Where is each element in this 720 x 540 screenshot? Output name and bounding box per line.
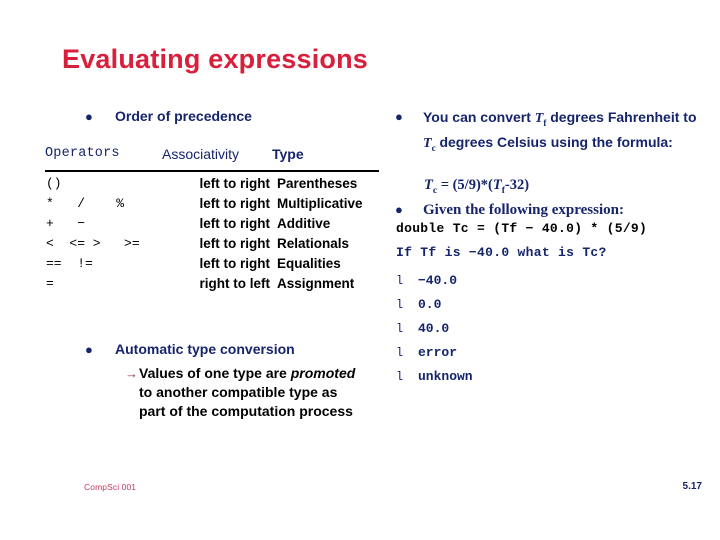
bullet-label-order-of-precedence: Order of precedence bbox=[115, 108, 252, 124]
variable-tf: Tf bbox=[535, 111, 547, 128]
cell-associativity: left to right bbox=[199, 176, 271, 191]
cell-operators: == != bbox=[46, 256, 93, 271]
column-header-type: Type bbox=[272, 146, 304, 162]
answer-label: unknown bbox=[418, 369, 473, 384]
cell-associativity: right to left bbox=[199, 276, 271, 291]
bar-bullet-icon: l bbox=[396, 346, 404, 360]
sub-bullet-text: Values of one type are promoted to anoth… bbox=[139, 364, 364, 421]
convert-line2-b: degrees bbox=[435, 134, 494, 151]
bullet-label-automatic-type-conversion: Automatic type conversion bbox=[115, 341, 295, 357]
table-row: * / % left to right Multiplicative bbox=[45, 196, 379, 216]
footer-course-label: CompSci 001 bbox=[84, 482, 137, 492]
bar-bullet-icon: l bbox=[396, 370, 404, 384]
cell-operators: + − bbox=[46, 216, 86, 231]
precedence-table: Operators Associativity Type () left to … bbox=[45, 146, 379, 291]
cell-type: Multiplicative bbox=[277, 196, 363, 211]
cell-type: Parentheses bbox=[277, 176, 358, 191]
bullet-automatic-type-conversion: ● Automatic type conversion bbox=[85, 341, 295, 358]
bullet-convert-formula: ● You can convert Tf degrees Fahrenheit … bbox=[395, 108, 715, 159]
bar-bullet-icon: l bbox=[396, 298, 404, 312]
arrow-bullet-icon: → bbox=[125, 366, 138, 381]
answer-option[interactable]: l 40.0 bbox=[396, 321, 449, 336]
bar-bullet-icon: l bbox=[396, 274, 404, 288]
cell-associativity: left to right bbox=[199, 236, 271, 251]
answer-option[interactable]: l unknown bbox=[396, 369, 473, 384]
answer-label: 40.0 bbox=[418, 321, 450, 336]
cell-operators: * / % bbox=[46, 196, 125, 211]
code-question: If Tf is −40.0 what is Tc? bbox=[396, 245, 607, 260]
table-body: () left to right Parentheses * / % left … bbox=[45, 176, 379, 296]
footer-page-number: 5.17 bbox=[682, 481, 702, 492]
dot-bullet-icon: ● bbox=[395, 202, 403, 217]
cell-type: Assignment bbox=[277, 276, 355, 291]
cell-type: Relationals bbox=[277, 236, 350, 251]
convert-line1-a: You can convert bbox=[423, 109, 535, 125]
cell-associativity: left to right bbox=[199, 256, 271, 271]
answer-label: 0.0 bbox=[418, 297, 442, 312]
bullet-label-given-expression: Given the following expression: bbox=[423, 202, 624, 218]
answer-label: −40.0 bbox=[418, 273, 458, 288]
variable-tc: Tc bbox=[423, 136, 436, 153]
sub-text-part-2: to another compatible type as part of th… bbox=[139, 384, 353, 419]
cell-operators: () bbox=[46, 176, 62, 191]
table-row: < <= > >= left to right Relationals bbox=[45, 236, 379, 256]
table-row: == != left to right Equalities bbox=[45, 256, 379, 276]
bar-bullet-icon: l bbox=[396, 322, 404, 336]
bullet-label-convert-formula: You can convert Tf degrees Fahrenheit to… bbox=[423, 108, 708, 159]
bullet-given-expression: ● Given the following expression: bbox=[395, 201, 624, 219]
formula-tail: -32) bbox=[504, 177, 530, 193]
cell-associativity: left to right bbox=[199, 216, 271, 231]
cell-operators: < <= > >= bbox=[46, 236, 140, 251]
cell-type: Additive bbox=[277, 216, 331, 231]
table-row: + − left to right Additive bbox=[45, 216, 379, 236]
sub-text-italic: promoted bbox=[290, 365, 356, 381]
table-row: () left to right Parentheses bbox=[45, 176, 379, 196]
table-row: = right to left Assignment bbox=[45, 276, 379, 296]
variable-tc-base: T bbox=[423, 136, 432, 152]
slide-canvas: Evaluating expressions ● Order of preced… bbox=[0, 0, 720, 540]
cell-type: Equalities bbox=[277, 256, 341, 271]
answer-option[interactable]: l error bbox=[396, 345, 457, 360]
celsius-formula: Tc = (5/9)*(Tf-32) bbox=[424, 177, 529, 196]
formula-equals: = (5/9)*( bbox=[437, 177, 493, 193]
code-declaration: double Tc = (Tf − 40.0) * (5/9) bbox=[396, 221, 648, 236]
answer-label: error bbox=[418, 345, 458, 360]
dot-bullet-icon: ● bbox=[85, 109, 93, 124]
convert-line3: Celsius using the formula: bbox=[497, 134, 673, 151]
cell-associativity: left to right bbox=[199, 196, 271, 211]
page-title: Evaluating expressions bbox=[62, 44, 369, 74]
table-header-row: Operators Associativity Type bbox=[45, 146, 379, 166]
sub-text-part-1: Values of one type are bbox=[139, 365, 291, 381]
convert-line1-b: degrees bbox=[546, 109, 604, 125]
table-header-divider bbox=[45, 170, 379, 172]
column-header-operators: Operators bbox=[45, 146, 120, 161]
column-header-associativity: Associativity bbox=[162, 146, 240, 162]
answer-option[interactable]: l −40.0 bbox=[396, 273, 457, 288]
convert-line2-a: Fahrenheit to bbox=[607, 109, 697, 125]
cell-operators: = bbox=[46, 276, 54, 291]
dot-bullet-icon: ● bbox=[395, 109, 403, 124]
sub-bullet-promoted: → Values of one type are promoted to ano… bbox=[125, 364, 375, 421]
bullet-order-of-precedence: ● Order of precedence bbox=[85, 108, 252, 125]
formula-rhs-var: T bbox=[492, 177, 502, 193]
answer-option[interactable]: l 0.0 bbox=[396, 297, 441, 312]
formula-lhs-var: T bbox=[424, 177, 433, 193]
dot-bullet-icon: ● bbox=[85, 342, 93, 357]
